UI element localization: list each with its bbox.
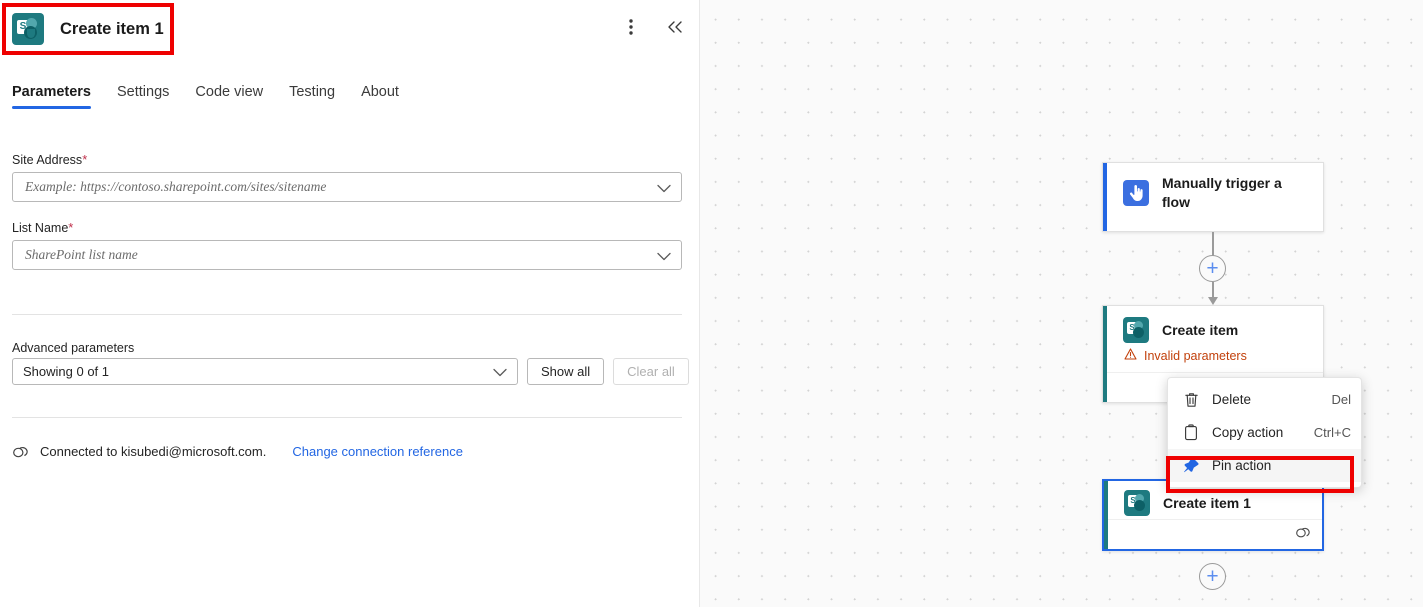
node-accent-bar	[1103, 163, 1107, 231]
page-title: Create item 1	[60, 20, 164, 39]
advanced-parameters-select[interactable]: Showing 0 of 1	[12, 358, 518, 385]
context-menu-item-delete[interactable]: Delete Del	[1168, 383, 1361, 416]
node-title: Create item 1	[1163, 494, 1251, 513]
hand-pointer-icon	[1123, 180, 1149, 206]
tab-testing[interactable]: Testing	[289, 84, 335, 109]
chevron-down-icon[interactable]	[657, 241, 671, 271]
sharepoint-icon-circle-bottom	[1134, 500, 1145, 511]
flow-canvas[interactable]: Manually trigger a flow + S Create item	[700, 0, 1423, 607]
site-address-required-marker: *	[82, 152, 87, 167]
list-name-label-text: List Name	[12, 221, 68, 235]
add-action-button-1[interactable]: +	[1199, 255, 1226, 282]
node-footer	[1108, 519, 1322, 549]
connection-link-icon	[1295, 526, 1311, 544]
list-name-combobox[interactable]: SharePoint list name	[12, 240, 682, 270]
pin-icon	[1181, 456, 1201, 476]
list-name-input[interactable]: SharePoint list name	[13, 247, 138, 263]
context-menu-item-copy-action[interactable]: Copy action Ctrl+C	[1168, 416, 1361, 449]
sharepoint-icon: S	[1124, 490, 1150, 516]
divider-above-connection	[12, 417, 682, 418]
node-warning-text: Invalid parameters	[1144, 349, 1247, 363]
panel-header-actions	[620, 16, 686, 38]
list-name-required-marker: *	[68, 220, 73, 235]
node-warning: Invalid parameters	[1103, 343, 1323, 363]
panel-title-group: S Create item 1	[12, 10, 164, 48]
context-menu-item-label: Delete	[1212, 392, 1331, 407]
context-menu-item-pin-action[interactable]: Pin action	[1168, 449, 1361, 482]
context-menu-item-shortcut: Ctrl+C	[1314, 425, 1351, 440]
context-menu-item-shortcut: Del	[1331, 392, 1351, 407]
node-header: S Create item	[1103, 306, 1323, 343]
tab-parameters[interactable]: Parameters	[12, 84, 91, 109]
tab-about[interactable]: About	[361, 84, 399, 109]
app-root: S Create item 1 Parameters Settings Code	[0, 0, 1423, 607]
panel-header: S Create item 1	[0, 0, 700, 58]
divider-above-advanced	[12, 314, 682, 315]
context-menu-item-label: Pin action	[1212, 458, 1351, 473]
connection-link-icon	[12, 445, 29, 459]
show-all-button[interactable]: Show all	[527, 358, 604, 385]
advanced-parameters-label: Advanced parameters	[12, 341, 134, 355]
advanced-parameters-select-value: Showing 0 of 1	[13, 364, 109, 379]
sharepoint-icon-circle-bottom	[1133, 327, 1144, 338]
site-address-combobox[interactable]: Example: https://contoso.sharepoint.com/…	[12, 172, 682, 202]
sharepoint-icon: S	[1123, 317, 1149, 343]
sharepoint-icon-notch	[27, 29, 35, 38]
clipboard-icon	[1181, 423, 1201, 443]
list-name-label: List Name*	[12, 220, 682, 235]
connection-status-text: Connected to kisubedi@microsoft.com.	[40, 444, 266, 459]
form-spacer-1	[12, 202, 682, 220]
parameters-form: Site Address* Example: https://contoso.s…	[12, 152, 682, 270]
tab-settings[interactable]: Settings	[117, 84, 169, 109]
add-action-button-2[interactable]: +	[1199, 563, 1226, 590]
site-address-label-text: Site Address	[12, 153, 82, 167]
sharepoint-icon: S	[12, 13, 44, 45]
tab-code-view[interactable]: Code view	[195, 84, 263, 109]
node-title: Create item	[1162, 321, 1238, 340]
clear-all-button[interactable]: Clear all	[613, 358, 689, 385]
context-menu-item-label: Copy action	[1212, 425, 1314, 440]
node-context-menu: Delete Del Copy action Ctrl+C	[1167, 377, 1362, 488]
chevron-down-icon[interactable]	[493, 359, 507, 386]
action-details-panel: S Create item 1 Parameters Settings Code	[0, 0, 700, 607]
node-header: Manually trigger a flow	[1103, 163, 1323, 212]
panel-tabs: Parameters Settings Code view Testing Ab…	[12, 84, 399, 109]
connector-arrow-icon	[1208, 297, 1218, 305]
flow-node-create-item-1[interactable]: S Create item 1	[1102, 479, 1324, 551]
change-connection-reference-link[interactable]: Change connection reference	[292, 444, 463, 459]
chevron-down-icon[interactable]	[657, 173, 671, 203]
connection-status-row: Connected to kisubedi@microsoft.com. Cha…	[12, 444, 463, 459]
double-chevron-left-icon[interactable]	[664, 16, 686, 38]
site-address-input[interactable]: Example: https://contoso.sharepoint.com/…	[13, 179, 326, 195]
warning-triangle-icon	[1124, 348, 1137, 363]
site-address-label: Site Address*	[12, 152, 682, 167]
trash-icon	[1181, 390, 1201, 410]
advanced-parameters-row: Showing 0 of 1 Show all Clear all	[12, 358, 689, 385]
flow-node-manually-trigger-a-flow[interactable]: Manually trigger a flow	[1102, 162, 1324, 232]
more-vertical-icon[interactable]	[620, 16, 642, 38]
node-title: Manually trigger a flow	[1162, 174, 1311, 212]
